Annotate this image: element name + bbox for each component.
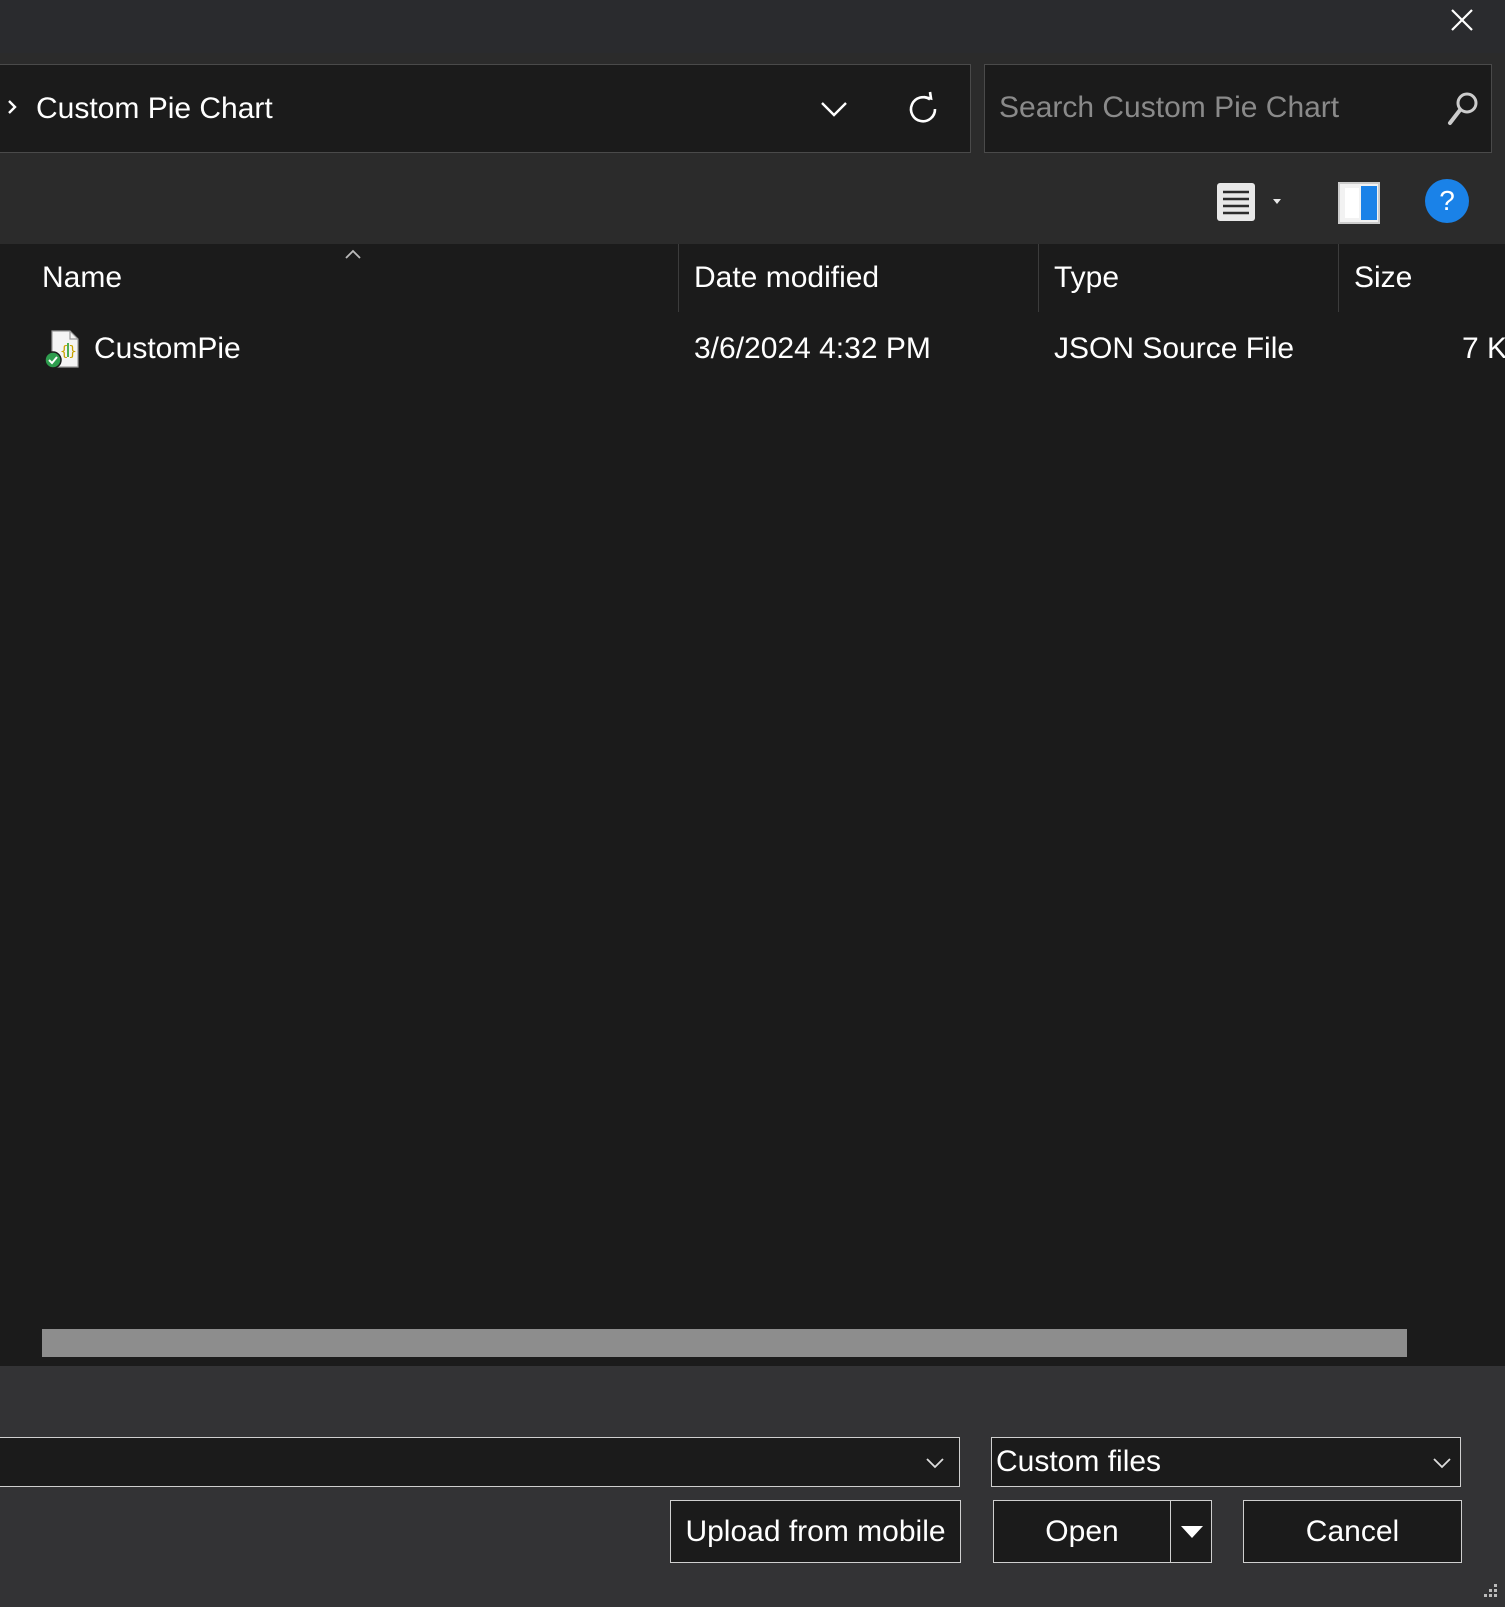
column-header-type[interactable]: Type: [1038, 244, 1338, 312]
open-options-button[interactable]: [1171, 1501, 1212, 1562]
caret-down-icon: [1180, 1525, 1203, 1538]
chevron-down-icon: [821, 102, 847, 117]
preview-pane-icon: [1338, 182, 1380, 224]
help-button[interactable]: ?: [1425, 179, 1469, 223]
column-header-size[interactable]: Size: [1338, 244, 1505, 312]
file-size: 7 K: [1462, 332, 1505, 365]
resize-grip-icon[interactable]: [1478, 1580, 1500, 1602]
breadcrumb-custom-pie-chart[interactable]: Custom Pie Chart: [36, 89, 273, 129]
address-bar[interactable]: Custom Pie Chart: [0, 64, 971, 153]
file-list[interactable]: Name Date modified Type Size {} CustomPi…: [0, 244, 1505, 1324]
file-type-select[interactable]: Custom files: [991, 1437, 1461, 1487]
search-icon[interactable]: [1445, 89, 1481, 129]
toolbar: ?: [0, 163, 1505, 244]
close-button[interactable]: [1440, 0, 1484, 40]
chevron-down-icon: [1433, 1458, 1451, 1469]
file-open-dialog: Custom Pie Chart Search Custom Pie Chart…: [0, 0, 1505, 1607]
address-row: Custom Pie Chart: [0, 53, 1505, 163]
cancel-button[interactable]: Cancel: [1243, 1500, 1462, 1563]
chevron-right-icon[interactable]: [5, 95, 21, 119]
refresh-icon: [909, 91, 937, 123]
search-input[interactable]: [997, 85, 1427, 131]
scrollbar-thumb[interactable]: [42, 1329, 1407, 1357]
file-type: JSON Source File: [1054, 332, 1295, 365]
file-name-combobox[interactable]: [0, 1437, 960, 1487]
sort-ascending-icon: [345, 249, 361, 259]
open-button-label: Open: [1045, 1514, 1119, 1548]
dialog-footer: Custom files Upload from mobile Open Can…: [0, 1366, 1505, 1607]
search-box[interactable]: [984, 64, 1492, 153]
upload-button-label: Upload from mobile: [685, 1514, 946, 1548]
details-view-icon: [1217, 183, 1281, 221]
table-row[interactable]: {} CustomPie 3/6/2024 4:32 PM JSON Sourc…: [0, 321, 1505, 377]
help-icon: ?: [1439, 185, 1455, 216]
title-bar: [0, 0, 1505, 53]
file-name: CustomPie: [94, 332, 241, 365]
json-file-icon: {}: [44, 330, 79, 369]
chevron-down-icon[interactable]: [921, 1450, 949, 1476]
open-button[interactable]: Open: [993, 1500, 1212, 1563]
horizontal-scrollbar[interactable]: [0, 1322, 1505, 1366]
address-history-dropdown[interactable]: [814, 87, 854, 131]
column-header-date-modified[interactable]: Date modified: [678, 244, 1038, 312]
file-date-modified: 3/6/2024 4:32 PM: [694, 332, 931, 365]
close-icon: [1451, 9, 1473, 31]
file-type-selected: Custom files: [996, 1445, 1162, 1478]
column-headers: Name Date modified Type Size: [0, 244, 1505, 312]
refresh-button[interactable]: [899, 85, 947, 133]
change-view-button[interactable]: [1215, 179, 1295, 227]
cancel-button-label: Cancel: [1305, 1514, 1400, 1548]
upload-from-mobile-button[interactable]: Upload from mobile: [670, 1500, 961, 1563]
preview-pane-button[interactable]: [1335, 179, 1383, 227]
file-name-input[interactable]: [7, 1442, 907, 1482]
